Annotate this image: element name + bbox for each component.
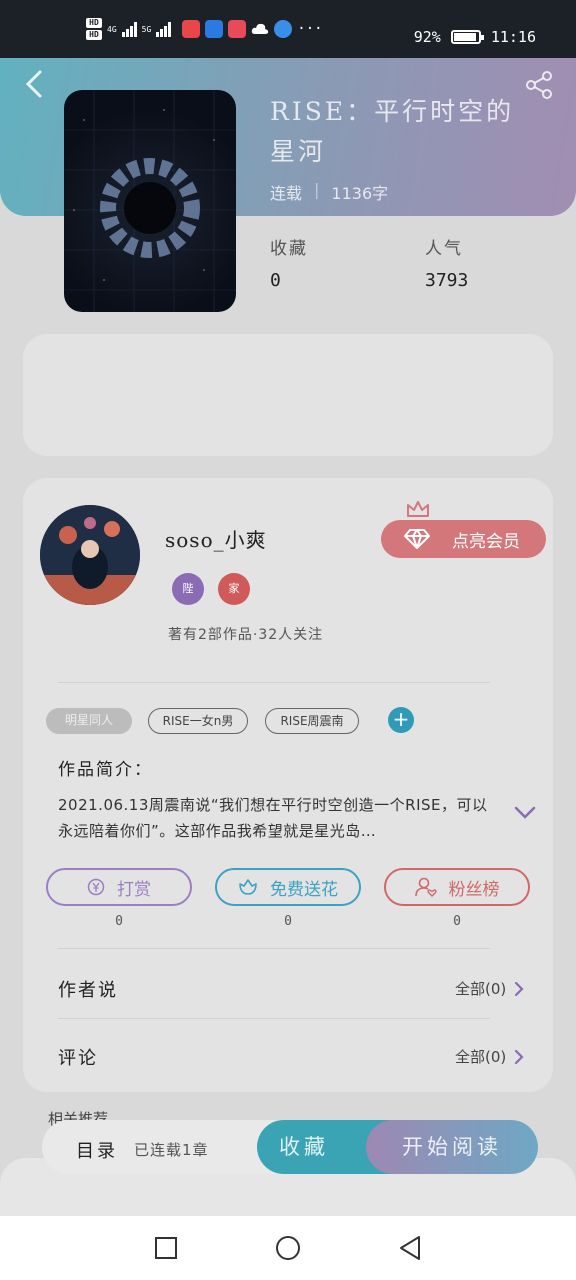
author-says-label: 作者说 <box>58 980 118 1001</box>
chevron-right-icon <box>515 1049 524 1064</box>
yen-icon <box>87 878 105 896</box>
book-meta: 连载 | 1136字 <box>270 180 388 204</box>
comments-label: 评论 <box>58 1048 98 1069</box>
tag-3[interactable]: RISE周震南 <box>265 708 359 734</box>
network-type-2: 5G <box>141 24 152 34</box>
fans-rank-button[interactable]: 粉丝榜 <box>384 868 530 906</box>
popularity-value: 3793 <box>425 270 469 291</box>
system-nav-bar <box>0 1216 576 1280</box>
author-avatar[interactable] <box>40 505 140 605</box>
status-right: 92% 11:16 <box>414 28 536 46</box>
signal-icon-2 <box>156 21 172 37</box>
battery-icon <box>450 30 484 44</box>
fans-icon <box>414 877 437 897</box>
hd-indicator: HD HD <box>86 18 102 40</box>
more-notifications-icon: ··· <box>297 21 323 37</box>
send-flower-label: 免费送花 <box>270 879 338 900</box>
book-status: 连载 <box>270 184 303 203</box>
app-notification-icon <box>182 20 201 38</box>
author-badge-1: 陛 <box>172 573 204 605</box>
add-tag-button[interactable]: + <box>388 707 414 733</box>
hd-label-1: HD <box>86 18 102 28</box>
tip-button[interactable]: 打赏 <box>46 868 192 906</box>
back-arrow-icon[interactable] <box>22 70 46 98</box>
comments-link[interactable]: 全部(0) <box>455 1046 524 1067</box>
send-flower-button[interactable]: 免费送花 <box>215 868 361 906</box>
favorites-label: 收藏 <box>270 239 308 259</box>
divider-2 <box>58 948 490 949</box>
back-nav-icon[interactable] <box>398 1235 422 1261</box>
home-icon[interactable] <box>275 1235 301 1261</box>
clock: 11:16 <box>490 28 536 46</box>
author-says-all: 全部(0) <box>455 980 507 998</box>
book-title: RISE：平行时空的星河 <box>270 97 515 166</box>
flower-icon <box>239 879 257 895</box>
author-badge-2: 家 <box>218 573 250 605</box>
fans-count: 0 <box>453 914 461 929</box>
toc-button[interactable]: 目录 <box>76 1137 118 1163</box>
meta-separator: | <box>314 180 320 199</box>
flower-count: 0 <box>284 914 292 929</box>
tag-2[interactable]: RISE一女n男 <box>148 708 248 734</box>
popularity-label: 人气 <box>425 239 463 259</box>
fans-rank-label: 粉丝榜 <box>448 879 500 900</box>
book-cover[interactable] <box>64 90 236 312</box>
tip-label: 打赏 <box>117 879 151 900</box>
comments-all: 全部(0) <box>455 1048 507 1066</box>
chevron-down-icon[interactable] <box>514 806 536 820</box>
chevron-right-icon <box>515 981 524 996</box>
word-count: 1136字 <box>331 184 389 203</box>
recent-apps-icon[interactable] <box>154 1236 178 1260</box>
cloud-icon <box>252 23 269 34</box>
author-works-info: 著有2部作品·32人关注 <box>168 627 324 643</box>
divider-3 <box>58 1018 490 1019</box>
divider-1 <box>58 682 490 683</box>
tag-1[interactable]: 明星同人 <box>46 708 132 734</box>
tip-count: 0 <box>115 914 123 929</box>
author-says-link[interactable]: 全部(0) <box>455 978 524 999</box>
wifi-app-icon <box>205 20 224 38</box>
hd-label-2: HD <box>86 30 102 40</box>
battery-percent: 92% <box>413 28 441 46</box>
serial-info: 已连载1章 <box>134 1141 209 1159</box>
cover-image <box>64 90 236 312</box>
placeholder-card <box>23 334 553 456</box>
start-reading-button[interactable]: 开始阅读 <box>366 1120 538 1174</box>
vip-label: 点亮会员 <box>452 531 520 552</box>
browser-icon <box>274 20 293 38</box>
favorites-value: 0 <box>270 270 281 291</box>
status-left: HD HD 4G 5G ··· <box>86 18 323 40</box>
author-name[interactable]: soso_小爽 <box>165 524 267 553</box>
book-app-icon <box>228 20 247 38</box>
crown-icon <box>407 501 429 517</box>
diamond-icon <box>404 529 430 549</box>
network-type-1: 4G <box>107 24 117 34</box>
intro-text: 2021.06.13周震南说“我们想在平行时空创造一个RISE，可以永远陪着你们… <box>58 796 488 840</box>
intro-heading: 作品简介： <box>58 760 153 780</box>
status-bar: HD HD 4G 5G ··· 92% 11:16 <box>0 0 576 58</box>
avatar-image <box>40 505 140 605</box>
vip-button[interactable]: 点亮会员 <box>381 520 546 558</box>
signal-icon <box>121 21 137 37</box>
